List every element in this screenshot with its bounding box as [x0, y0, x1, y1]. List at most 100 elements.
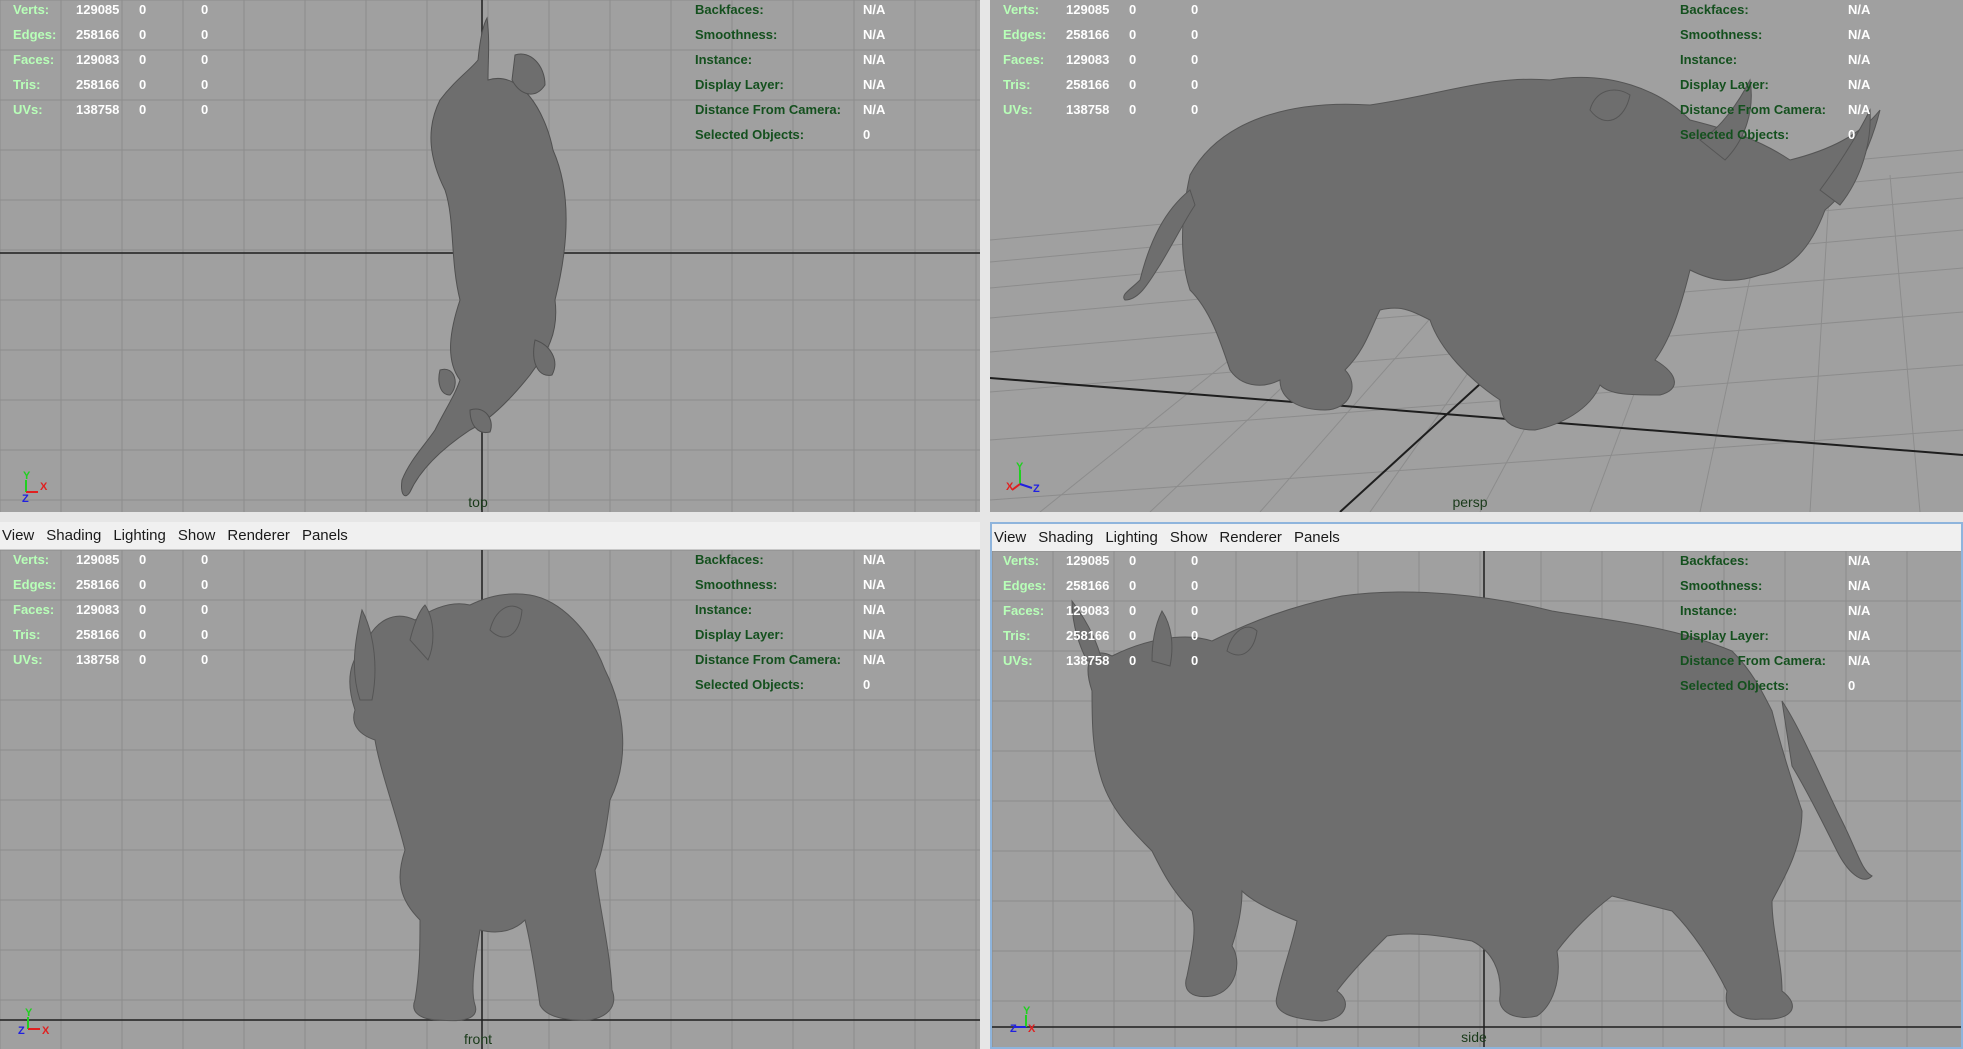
hud-detail-row: Backfaces: N/A: [695, 0, 903, 22]
hud-stat-label: Tris:: [13, 77, 41, 92]
menu-show[interactable]: Show: [1164, 524, 1214, 551]
hud-stat-row: Faces: 129083 0 0: [13, 597, 231, 622]
menu-renderer[interactable]: Renderer: [1213, 524, 1288, 551]
hud-detail-row: Distance From Camera: N/A: [1680, 648, 1888, 673]
hud-stat-label: Verts:: [13, 2, 50, 17]
hud-stat-value: 0: [1129, 553, 1137, 568]
menu-renderer[interactable]: Renderer: [221, 522, 296, 549]
rhino-model-front: [349, 593, 624, 1022]
hud-detail-value: N/A: [863, 652, 886, 667]
hud-detail-value: 0: [863, 677, 871, 692]
viewport-pane-top[interactable]: Verts: 129085 0 0 Edges: 258166 0 0 Faces: 129083…: [0, 0, 980, 512]
hud-poly-count: Verts: 129085 0 0 Edges: 258166 0 0 Faces: 129083…: [1003, 0, 1221, 122]
hud-detail-value: N/A: [863, 2, 886, 17]
axis-gizmo-icon: Y X Z: [22, 470, 48, 502]
hud-stat-row: UVs: 138758 0 0: [1003, 97, 1221, 122]
hud-stat-value: 0: [1129, 2, 1137, 17]
pane-divider-horizontal[interactable]: [0, 512, 1963, 522]
svg-text:Z: Z: [22, 493, 29, 502]
viewport-pane-front[interactable]: View Shading Lighting Show Renderer Pane…: [0, 522, 980, 1049]
hud-stat-value: 0: [1191, 102, 1199, 117]
menu-shading[interactable]: Shading: [1032, 524, 1099, 551]
hud-stat-value: 129083: [1066, 603, 1110, 618]
menu-view[interactable]: View: [992, 524, 1032, 551]
hud-detail-label: Backfaces:: [695, 2, 764, 17]
hud-stat-row: Faces: 129083 0 0: [1003, 47, 1221, 72]
hud-detail-value: N/A: [863, 602, 886, 617]
hud-object-details: Backfaces: N/A Smoothness: N/A Instance: N/A D…: [695, 0, 903, 147]
hud-stat-value: 0: [1191, 2, 1199, 17]
camera-label: front: [463, 1031, 493, 1047]
menu-view[interactable]: View: [0, 522, 40, 549]
hud-stat-row: UVs: 138758 0 0: [13, 97, 231, 122]
menu-panels[interactable]: Panels: [296, 522, 354, 549]
hud-detail-row: Smoothness: N/A: [1680, 573, 1888, 598]
hud-detail-value: 0: [863, 127, 871, 142]
hud-detail-value: N/A: [1848, 578, 1871, 593]
pane-divider-vertical[interactable]: [980, 0, 990, 1049]
panel-menu-bar: View Shading Lighting Show Renderer Pane…: [0, 522, 980, 550]
svg-text:X: X: [1028, 1023, 1036, 1035]
hud-stat-value: 0: [139, 27, 147, 42]
hud-detail-row: Instance: N/A: [695, 47, 903, 72]
hud-stat-value: 0: [139, 77, 147, 92]
menu-show[interactable]: Show: [172, 522, 222, 549]
hud-stat-label: Faces:: [1003, 603, 1045, 618]
hud-stat-value: 138758: [1066, 653, 1110, 668]
hud-stat-row: Edges: 258166 0 0: [1003, 573, 1221, 598]
hud-detail-value: N/A: [1848, 2, 1871, 17]
menu-panels[interactable]: Panels: [1288, 524, 1346, 551]
hud-detail-label: Smoothness:: [695, 577, 778, 592]
axis-gizmo-icon: Y Z X: [1010, 1005, 1036, 1035]
hud-stat-value: 258166: [76, 577, 120, 592]
hud-detail-value: N/A: [1848, 553, 1871, 568]
menu-shading[interactable]: Shading: [40, 522, 107, 549]
svg-text:X: X: [1006, 481, 1014, 493]
hud-detail-label: Display Layer:: [1680, 628, 1769, 643]
hud-detail-label: Display Layer:: [695, 77, 784, 92]
hud-detail-label: Instance:: [1680, 52, 1738, 67]
hud-stat-value: 0: [139, 577, 147, 592]
hud-detail-value: 0: [1848, 127, 1856, 142]
hud-stat-value: 0: [1129, 578, 1137, 593]
viewport-side[interactable]: Verts: 129085 0 0 Edges: 258166 0 0 Faces: 129083…: [992, 551, 1961, 1047]
hud-detail-row: Distance From Camera: N/A: [695, 97, 903, 122]
hud-stat-label: UVs:: [1003, 653, 1033, 668]
hud-stat-value: 0: [201, 627, 209, 642]
viewport-front[interactable]: Verts: 129085 0 0 Edges: 258166 0 0 Faces: 129083…: [0, 550, 980, 1049]
viewport-pane-persp[interactable]: Verts: 129085 0 0 Edges: 258166 0 0 Faces: 129083…: [990, 0, 1963, 512]
hud-stat-value: 0: [201, 577, 209, 592]
hud-stat-row: Verts: 129085 0 0: [1003, 0, 1221, 22]
hud-poly-count: Verts: 129085 0 0 Edges: 258166 0 0 Faces: 129083…: [13, 0, 231, 122]
hud-stat-label: Tris:: [1003, 77, 1031, 92]
hud-stat-row: UVs: 138758 0 0: [13, 647, 231, 672]
hud-stat-label: Faces:: [13, 602, 55, 617]
menu-lighting[interactable]: Lighting: [1099, 524, 1164, 551]
hud-detail-row: Backfaces: N/A: [1680, 0, 1888, 22]
hud-stat-value: 0: [139, 102, 147, 117]
hud-detail-label: Distance From Camera:: [1680, 653, 1826, 668]
viewport-persp[interactable]: Verts: 129085 0 0 Edges: 258166 0 0 Faces: 129083…: [990, 0, 1963, 512]
hud-detail-row: Selected Objects: 0: [695, 122, 903, 147]
hud-poly-count: Verts: 129085 0 0 Edges: 258166 0 0 Faces: 129083…: [1003, 548, 1221, 673]
hud-stat-value: 0: [1191, 653, 1199, 668]
hud-object-details: Backfaces: N/A Smoothness: N/A Instance: N/A D…: [1680, 548, 1888, 698]
hud-detail-label: Backfaces:: [1680, 2, 1749, 17]
hud-stat-value: 0: [1129, 603, 1137, 618]
menu-lighting[interactable]: Lighting: [107, 522, 172, 549]
hud-detail-value: N/A: [863, 27, 886, 42]
viewport-pane-side[interactable]: View Shading Lighting Show Renderer Pane…: [990, 522, 1963, 1049]
svg-text:Z: Z: [1010, 1023, 1017, 1035]
hud-stat-label: UVs:: [13, 652, 43, 667]
hud-detail-value: N/A: [1848, 653, 1871, 668]
hud-detail-label: Display Layer:: [695, 627, 784, 642]
hud-stat-value: 138758: [76, 102, 120, 117]
hud-detail-row: Smoothness: N/A: [695, 22, 903, 47]
hud-stat-value: 0: [139, 552, 147, 567]
hud-detail-row: Backfaces: N/A: [695, 547, 903, 572]
camera-label: top: [468, 494, 488, 510]
hud-detail-value: N/A: [1848, 603, 1871, 618]
hud-stat-value: 0: [1191, 77, 1199, 92]
viewport-top[interactable]: Verts: 129085 0 0 Edges: 258166 0 0 Faces: 129083…: [0, 0, 980, 512]
hud-stat-value: 0: [139, 52, 147, 67]
